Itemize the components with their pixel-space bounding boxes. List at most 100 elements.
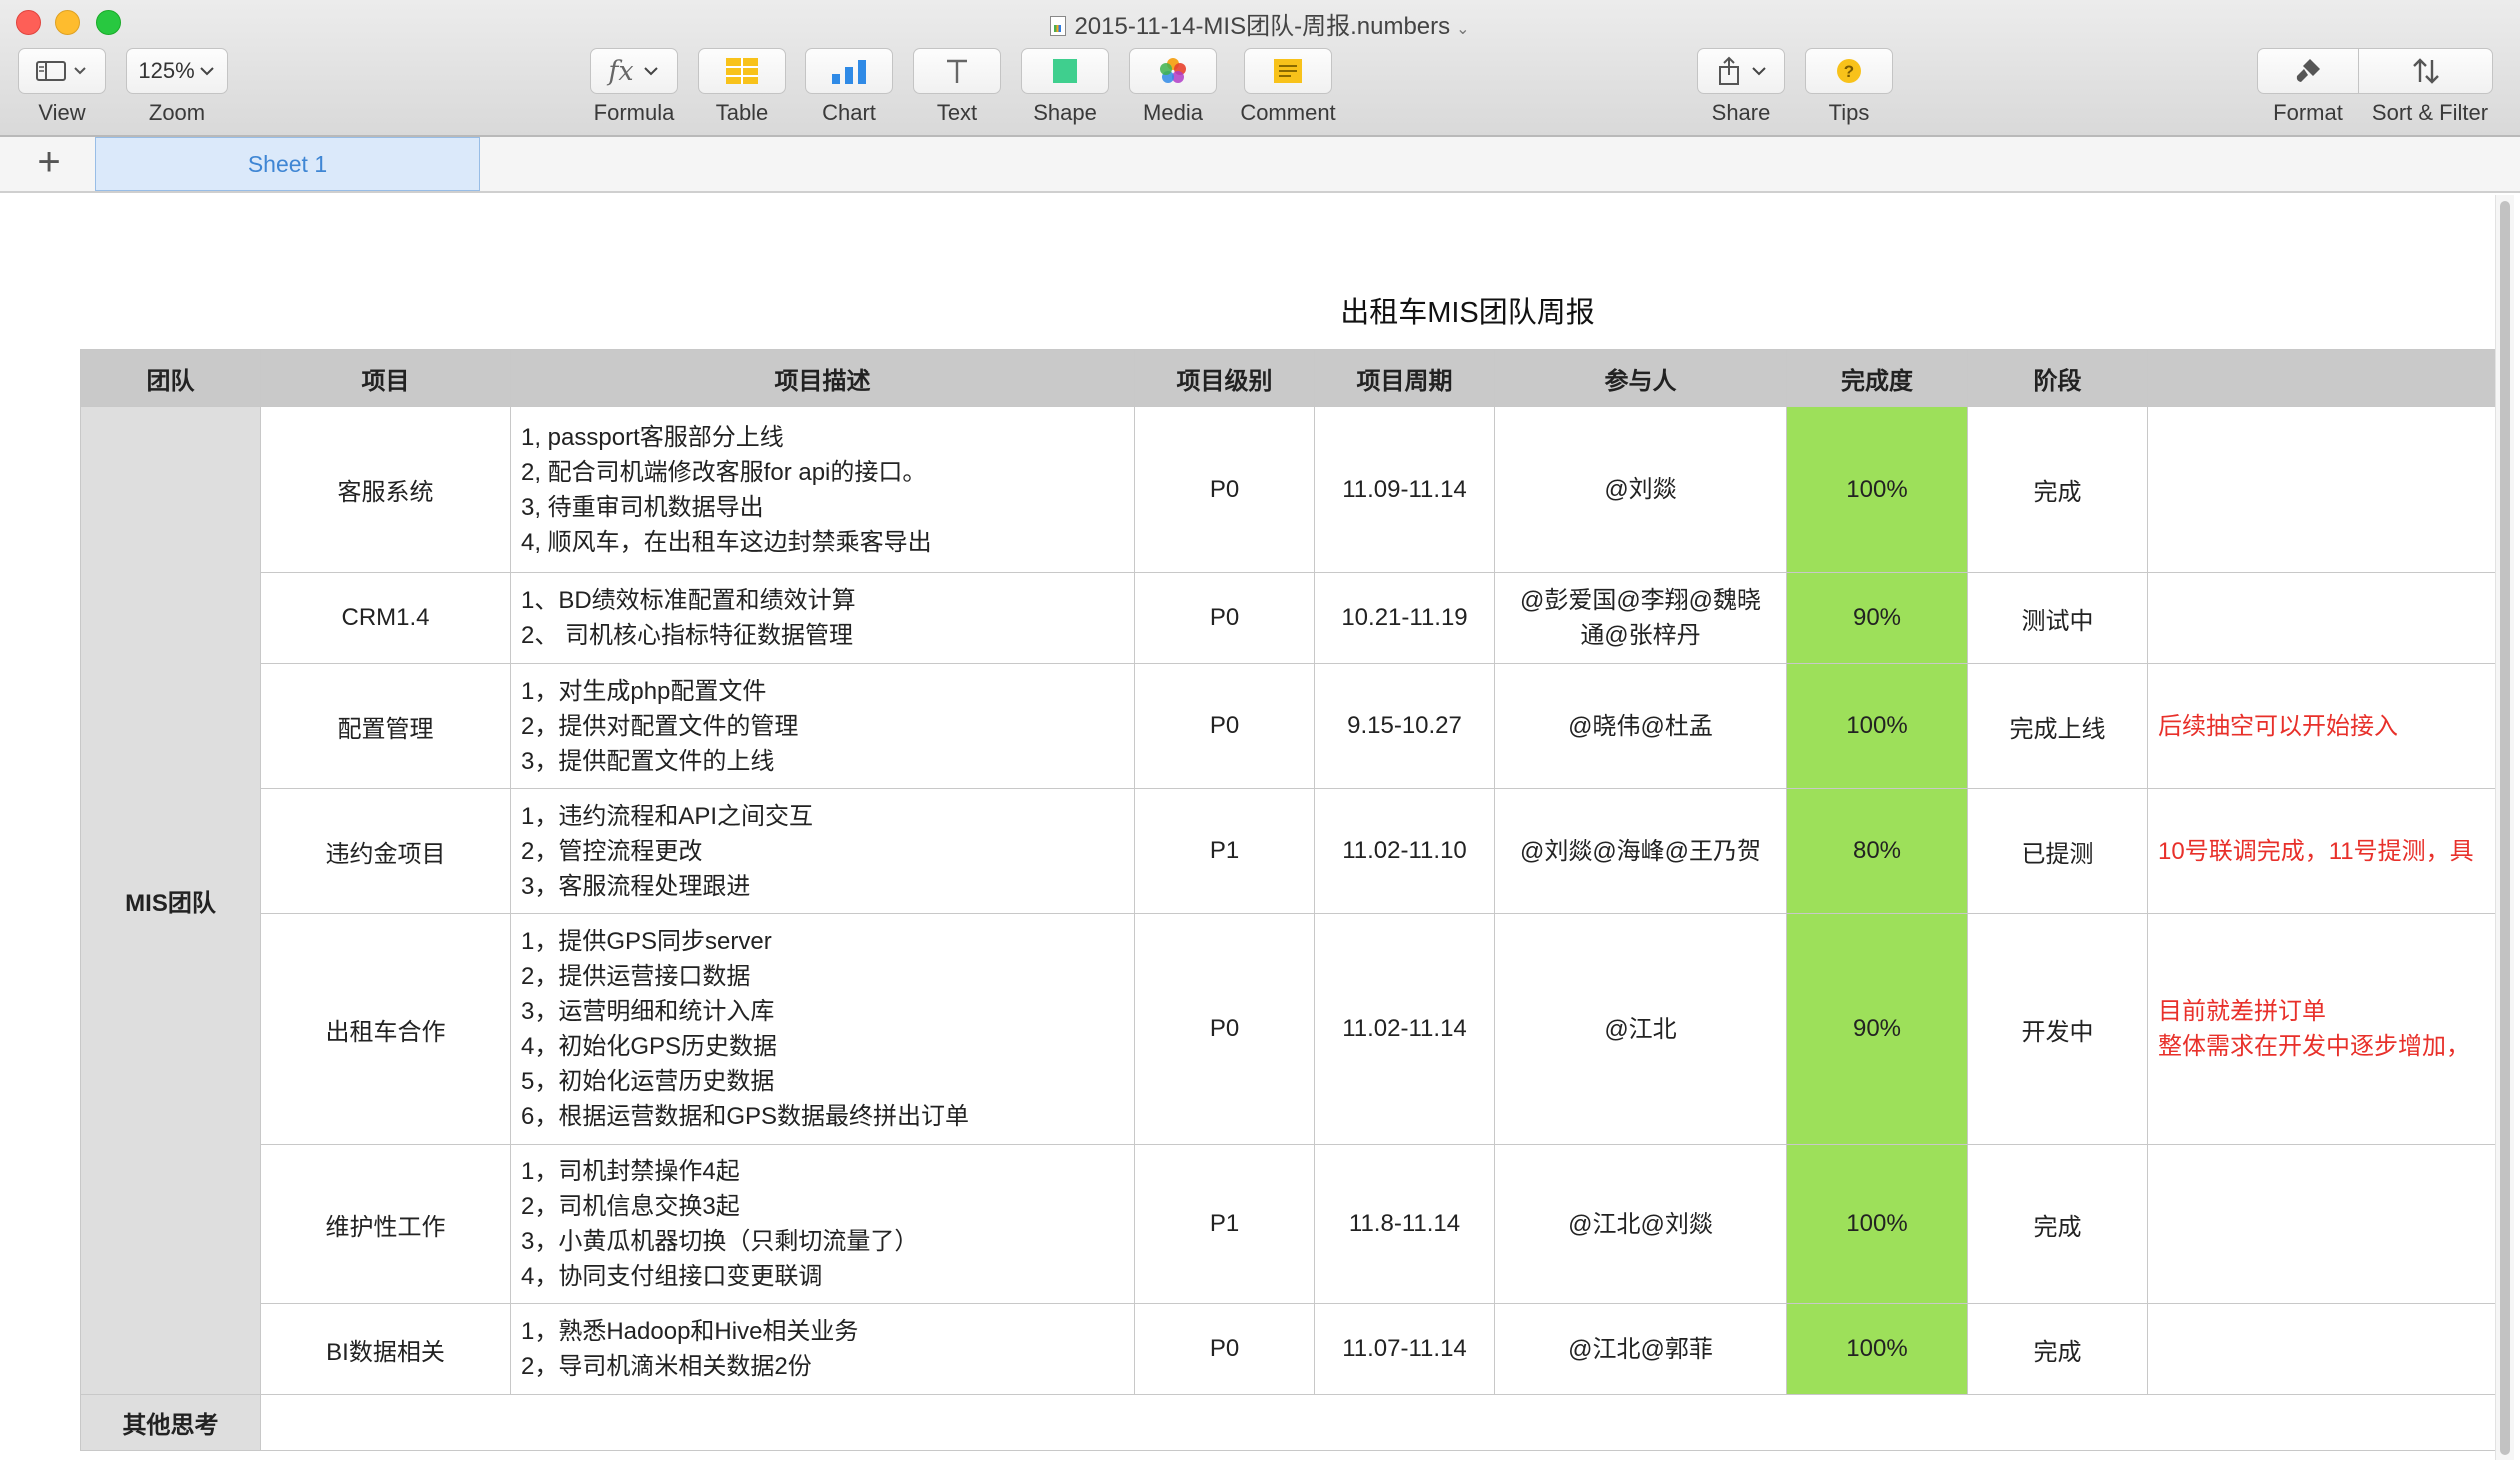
header-team[interactable]: 团队 xyxy=(80,349,261,407)
level-cell[interactable]: P0 xyxy=(1134,406,1315,573)
note-line: 目前就差拼订单 xyxy=(2158,998,2326,1025)
period-cell[interactable]: 9.15-10.27 xyxy=(1314,663,1495,789)
period-cell[interactable]: 11.07-11.14 xyxy=(1314,1303,1495,1395)
level-cell[interactable]: P1 xyxy=(1134,1144,1315,1304)
project-cell[interactable]: 出租车合作 xyxy=(260,913,511,1145)
scrollbar-thumb[interactable] xyxy=(2500,201,2510,1455)
header-description[interactable]: 项目描述 xyxy=(510,349,1135,407)
project-cell[interactable]: 配置管理 xyxy=(260,663,511,789)
comment-button[interactable] xyxy=(1244,48,1332,94)
tips-button[interactable]: ? xyxy=(1805,48,1893,94)
description-line: 3，运营明细和统计入库 xyxy=(521,998,775,1025)
description-line: 1，违约流程和API之间交互 xyxy=(521,802,814,830)
participants-cell[interactable]: @江北 xyxy=(1494,913,1787,1145)
description-line: 2，管控流程更改 xyxy=(521,837,703,865)
participants-cell[interactable]: @晓伟@杜孟 xyxy=(1494,663,1787,789)
window-title[interactable]: 2015-11-14-MIS团队-周报.numbers ⌄ xyxy=(0,6,2520,41)
description-cell[interactable]: 1、BD绩效标准配置和绩效计算 2、 司机核心指标特征数据管理 xyxy=(510,572,1135,664)
progress-cell[interactable]: 100% xyxy=(1786,1303,1968,1395)
format-button[interactable] xyxy=(2257,48,2359,94)
stage-cell[interactable]: 完成 xyxy=(1967,406,2148,573)
level-cell[interactable]: P0 xyxy=(1134,572,1315,664)
media-label: Media xyxy=(1143,100,1203,125)
shape-button[interactable] xyxy=(1021,48,1109,94)
progress-cell[interactable]: 90% xyxy=(1786,572,1968,664)
header-participants[interactable]: 参与人 xyxy=(1494,349,1787,407)
period-cell[interactable]: 11.8-11.14 xyxy=(1314,1144,1495,1304)
text-button[interactable] xyxy=(913,48,1001,94)
formula-button[interactable]: fx xyxy=(590,48,678,94)
header-stage[interactable]: 阶段 xyxy=(1967,349,2148,407)
chart-button[interactable] xyxy=(805,48,893,94)
notes-cell[interactable] xyxy=(2147,1144,2500,1304)
notes-cell[interactable] xyxy=(2147,572,2500,664)
notes-cell[interactable] xyxy=(2147,406,2500,573)
vertical-scrollbar[interactable] xyxy=(2495,195,2514,1460)
period-cell[interactable]: 11.09-11.14 xyxy=(1314,406,1495,573)
project-cell[interactable]: 维护性工作 xyxy=(260,1144,511,1304)
header-notes[interactable]: 备注 xyxy=(2147,349,2500,407)
participants-cell[interactable]: @江北@刘燚 xyxy=(1494,1144,1787,1304)
stage-cell[interactable]: 完成 xyxy=(1967,1144,2148,1304)
stage-cell[interactable]: 完成上线 xyxy=(1967,663,2148,789)
level-cell[interactable]: P0 xyxy=(1134,1303,1315,1395)
description-cell[interactable]: 1，司机封禁操作4起 2，司机信息交换3起 3，小黄瓜机器切换（只剩切流量了） 4，协… xyxy=(510,1144,1135,1304)
progress-cell[interactable]: 80% xyxy=(1786,788,1968,914)
description-cell[interactable]: 1，违约流程和API之间交互 2，管控流程更改 3，客服流程处理跟进 xyxy=(510,788,1135,914)
header-level[interactable]: 项目级别 xyxy=(1134,349,1315,407)
chart-label: Chart xyxy=(822,100,876,125)
participants-cell[interactable]: @江北@郭菲 xyxy=(1494,1303,1787,1395)
help-icon: ? xyxy=(1837,59,1861,83)
progress-cell[interactable]: 100% xyxy=(1786,1144,1968,1304)
notes-cell[interactable]: 后续抽空可以开始接入 xyxy=(2147,663,2500,789)
level-cell[interactable]: P1 xyxy=(1134,788,1315,914)
project-cell[interactable]: 违约金项目 xyxy=(260,788,511,914)
level-cell[interactable]: P0 xyxy=(1134,913,1315,1145)
document-name: 2015-11-14-MIS团队-周报.numbers xyxy=(1074,13,1451,40)
stage-cell[interactable]: 开发中 xyxy=(1967,913,2148,1145)
period-cell[interactable]: 11.02-11.14 xyxy=(1314,913,1495,1145)
spreadsheet-table[interactable]: 团队 项目 项目描述 项目级别 项目周期 参与人 完成度 阶段 备注 MIS团队… xyxy=(80,349,2500,1460)
notes-cell[interactable] xyxy=(2147,1303,2500,1395)
stage-cell[interactable]: 完成 xyxy=(1967,1303,2148,1395)
notes-cell[interactable]: 目前就差拼订单 整体需求在开发中逐步增加， xyxy=(2147,913,2500,1145)
add-sheet-button[interactable]: + xyxy=(26,142,72,183)
sort-filter-button[interactable] xyxy=(2358,48,2493,94)
header-project[interactable]: 项目 xyxy=(260,349,511,407)
description-cell[interactable]: 1，熟悉Hadoop和Hive相关业务 2，导司机滴米相关数据2份 xyxy=(510,1303,1135,1395)
table-title[interactable]: 出租车MIS团队周报 xyxy=(1330,289,1605,331)
tab-sheet-1[interactable]: Sheet 1 xyxy=(95,137,480,191)
progress-cell[interactable]: 90% xyxy=(1786,913,1968,1145)
share-button[interactable] xyxy=(1697,48,1785,94)
participant-line: @江北@刘燚 xyxy=(1568,1210,1713,1238)
chevron-down-icon xyxy=(643,67,658,76)
zoom-dropdown[interactable]: 125% xyxy=(126,48,228,94)
project-cell[interactable]: BI数据相关 xyxy=(260,1303,511,1395)
other-thoughts-content-cell[interactable] xyxy=(260,1394,2500,1451)
project-cell[interactable]: CRM1.4 xyxy=(260,572,511,664)
progress-cell[interactable]: 100% xyxy=(1786,406,1968,573)
period-cell[interactable]: 11.02-11.10 xyxy=(1314,788,1495,914)
header-period[interactable]: 项目周期 xyxy=(1314,349,1495,407)
participant-line: @彭爱国@李翔@魏晓 xyxy=(1519,587,1762,614)
participants-cell[interactable]: @刘燚 xyxy=(1494,406,1787,573)
description-line: 2, 配合司机端修改客服for api的接口。 xyxy=(521,458,927,486)
project-cell[interactable]: 客服系统 xyxy=(260,406,511,573)
period-cell[interactable]: 10.21-11.19 xyxy=(1314,572,1495,664)
view-button[interactable] xyxy=(18,48,106,94)
progress-cell[interactable]: 100% xyxy=(1786,663,1968,789)
description-cell[interactable]: 1，对生成php配置文件 2，提供对配置文件的管理 3，提供配置文件的上线 xyxy=(510,663,1135,789)
stage-cell[interactable]: 测试中 xyxy=(1967,572,2148,664)
participants-cell[interactable]: @刘燚@海峰@王乃贺 xyxy=(1494,788,1787,914)
media-button[interactable] xyxy=(1129,48,1217,94)
description-cell[interactable]: 1, passport客服部分上线 2, 配合司机端修改客服for api的接口。… xyxy=(510,406,1135,573)
header-progress[interactable]: 完成度 xyxy=(1786,349,1968,407)
team-cell[interactable]: MIS团队 xyxy=(80,406,261,1395)
table-button[interactable] xyxy=(698,48,786,94)
description-cell[interactable]: 1，提供GPS同步server 2，提供运营接口数据 3，运营明细和统计入库 4，初始… xyxy=(510,913,1135,1145)
stage-cell[interactable]: 已提测 xyxy=(1967,788,2148,914)
other-thoughts-cell[interactable]: 其他思考 xyxy=(80,1394,261,1451)
level-cell[interactable]: P0 xyxy=(1134,663,1315,789)
participants-cell[interactable]: @彭爱国@李翔@魏晓 通@张梓丹 xyxy=(1494,572,1787,664)
notes-cell[interactable]: 10号联调完成，11号提测，具 xyxy=(2147,788,2500,914)
